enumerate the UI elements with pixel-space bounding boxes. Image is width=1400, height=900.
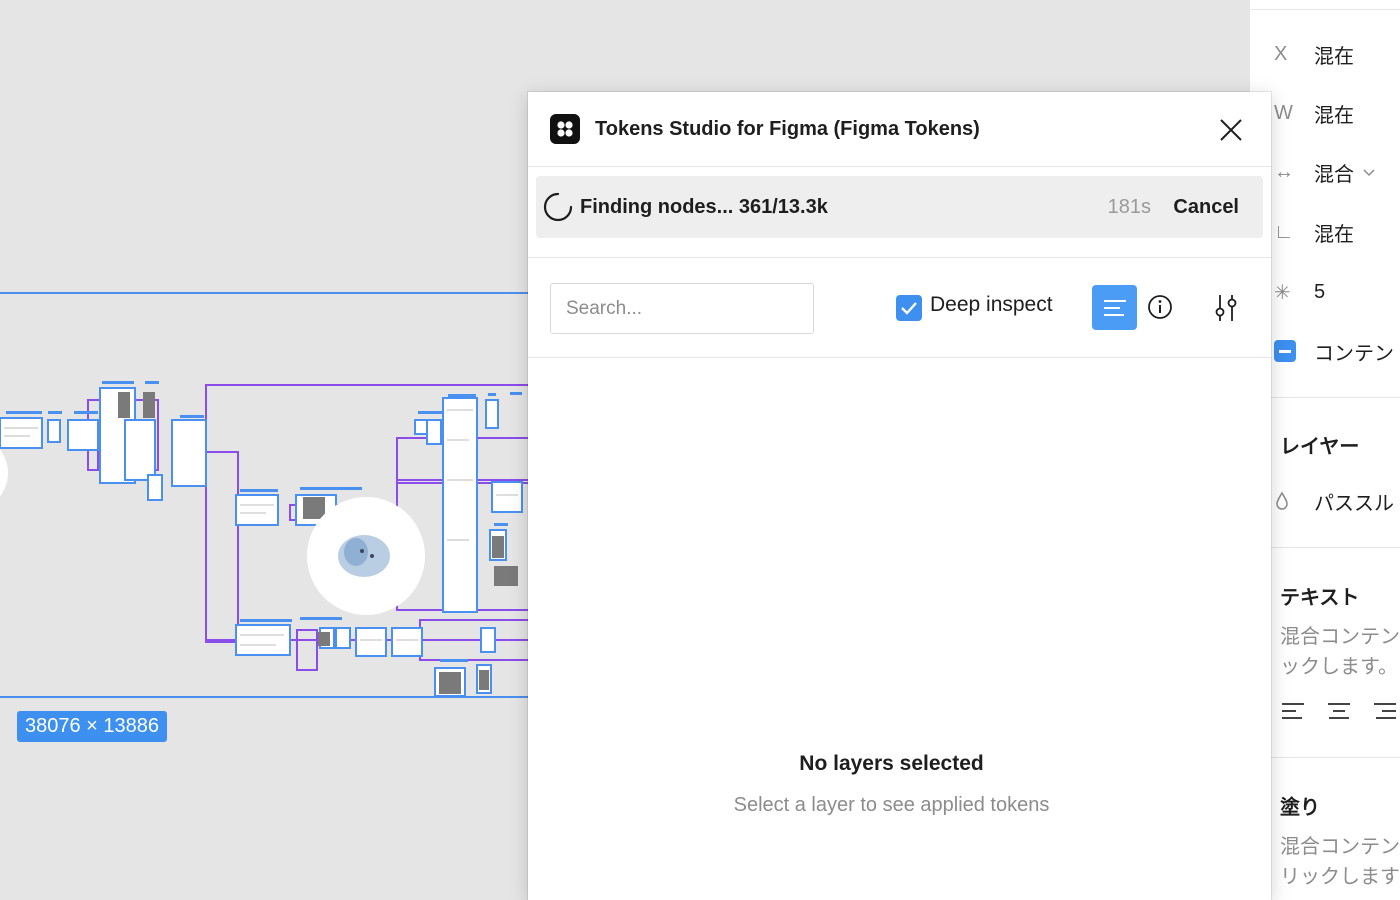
corner-radius-icon: ∟	[1274, 220, 1294, 243]
prop-row-radius[interactable]: ∟ 混在	[1250, 212, 1400, 252]
text-mixed-line-2: ックします。	[1280, 656, 1398, 678]
plugin-header[interactable]: Tokens Studio for Figma (Figma Tokens)	[528, 92, 1271, 167]
list-view-button[interactable]	[1092, 285, 1137, 330]
fill-mixed-line-1: 混合コンテン	[1280, 836, 1400, 858]
star-icon: ✳	[1274, 281, 1291, 304]
plugin-title: Tokens Studio for Figma (Figma Tokens)	[595, 117, 980, 140]
deep-inspect-label[interactable]: Deep inspect	[930, 293, 1053, 317]
search-input[interactable]	[550, 283, 814, 334]
mixed-checkbox-icon[interactable]	[1274, 340, 1296, 362]
selection-dimension-badge: 38076 × 13886	[17, 711, 168, 742]
align-center-icon[interactable]	[1326, 700, 1352, 722]
plugin-logo-icon	[550, 114, 580, 144]
progress-banner: Finding nodes... 361/13.3k 181s Cancel	[536, 176, 1263, 238]
text-mixed-line-1: 混合コンテン	[1280, 626, 1400, 648]
close-icon	[1220, 119, 1242, 141]
horizontal-resize-icon: ↔	[1274, 160, 1294, 183]
prop-row-content[interactable]: コンテン	[1250, 331, 1400, 371]
progress-status: Finding nodes... 361/13.3k	[580, 195, 828, 218]
align-left-icon[interactable]	[1280, 700, 1306, 722]
progress-elapsed-time: 181s	[1107, 195, 1151, 218]
corner-radius-value[interactable]: 混在	[1314, 218, 1354, 247]
properties-panel: X 混在 W 混在 ↔ 混合 ∟ 混在 ✳ 5 コンテン レイヤー パススル テ…	[1250, 0, 1400, 900]
fill-mixed-line-2: リックします	[1280, 866, 1400, 888]
blend-mode-value[interactable]: パススル	[1314, 487, 1394, 516]
info-button[interactable]	[1145, 292, 1175, 322]
empty-state-title: No layers selected	[799, 752, 984, 775]
panel-divider	[1270, 547, 1400, 548]
prop-row-w[interactable]: W 混在	[1250, 93, 1400, 133]
prop-row-x[interactable]: X 混在	[1250, 34, 1400, 74]
prop-row-blend[interactable]: パススル	[1250, 481, 1400, 521]
content-value: コンテン	[1314, 342, 1394, 365]
count-value[interactable]: 5	[1314, 281, 1325, 304]
text-align-group	[1280, 700, 1398, 722]
settings-button[interactable]	[1210, 292, 1242, 324]
align-right-icon[interactable]	[1372, 700, 1398, 722]
empty-state-subtitle: Select a layer to see applied tokens	[733, 794, 1050, 816]
sliders-icon	[1215, 295, 1237, 321]
text-section-title: テキスト	[1280, 587, 1360, 609]
info-icon	[1148, 295, 1172, 319]
panel-divider	[1270, 757, 1400, 758]
screen-thumbnails	[0, 387, 523, 697]
tokens-studio-plugin-window: Tokens Studio for Figma (Figma Tokens) F…	[528, 92, 1271, 900]
resize-value[interactable]: 混合	[1314, 158, 1354, 187]
deep-inspect-checkbox[interactable]	[896, 295, 922, 321]
toolbar-divider-bottom	[528, 357, 1271, 358]
panel-divider	[1270, 397, 1400, 398]
x-value[interactable]: 混在	[1314, 40, 1354, 69]
fill-section-title: 塗り	[1280, 797, 1320, 819]
toolbar-divider-top	[528, 257, 1271, 258]
close-button[interactable]	[1213, 112, 1249, 148]
x-position-icon: X	[1274, 42, 1288, 65]
width-value[interactable]: 混在	[1314, 99, 1354, 128]
layer-section-title: レイヤー	[1280, 436, 1360, 458]
drop-icon	[1274, 491, 1314, 511]
cursor-avatar[interactable]	[307, 497, 425, 615]
panel-divider	[1250, 9, 1400, 10]
chevron-down-icon[interactable]	[1362, 164, 1376, 180]
prop-row-resize[interactable]: ↔ 混合	[1250, 152, 1400, 192]
prop-row-count[interactable]: ✳ 5	[1250, 272, 1400, 312]
width-icon: W	[1274, 101, 1293, 124]
loading-spinner-icon	[543, 192, 573, 222]
cancel-button[interactable]: Cancel	[1173, 196, 1239, 219]
list-view-icon	[1103, 299, 1126, 316]
checkmark-icon	[901, 302, 917, 315]
